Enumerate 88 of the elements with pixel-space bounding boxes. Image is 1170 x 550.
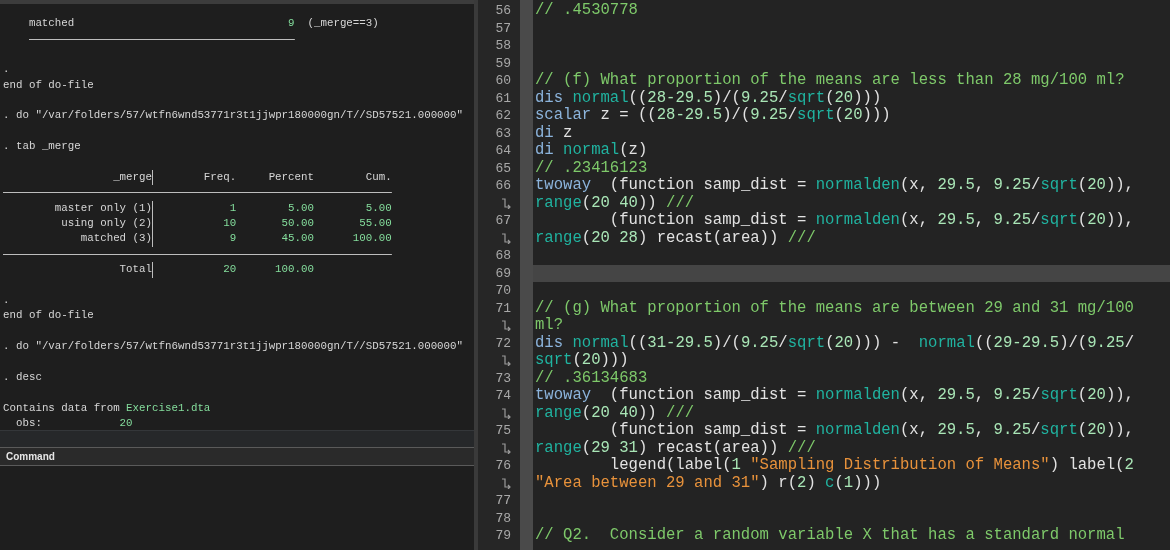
code-line: twoway (function samp_dist = normalden(x, 29.5, 9.25/sqrt(20)), — [534, 387, 1135, 405]
line-number: 59 — [495, 54, 511, 72]
code-line: legend(label(1 "Sampling Distribution of Means") label(2 — [608, 457, 1135, 475]
row-label: matched (3) — [80, 232, 152, 245]
code-line: ml? — [534, 317, 565, 335]
line-number: 68 — [495, 247, 511, 265]
code-line: di z — [534, 124, 574, 142]
line-number: 75 — [495, 422, 511, 440]
wrap-icon — [501, 197, 511, 209]
line-number: 74 — [495, 387, 511, 405]
line-number: 77 — [495, 492, 511, 510]
line-number: 65 — [495, 159, 511, 177]
code-line: scalar z = ((28-29.5)/(9.25/sqrt(20))) — [534, 107, 892, 125]
field-label: obs: — [15, 416, 42, 430]
line-number: 64 — [495, 142, 511, 160]
line-number: 61 — [495, 89, 511, 107]
output-line: Contains data from Exercise1.dta — [3, 401, 211, 414]
line-number: 73 — [495, 369, 511, 387]
code-line: (function samp_dist = normalden(x, 29.5, 9.25/sqrt(20)), — [608, 422, 1135, 440]
code-line: dis normal((28-29.5)/(9.25/sqrt(20))) — [534, 89, 883, 107]
line-number: 69 — [495, 264, 511, 282]
wrap-icon — [501, 407, 511, 419]
table-cell: 50.00 — [281, 217, 314, 230]
row-label: master only (1) — [54, 201, 152, 214]
table-cell: 10 — [223, 217, 237, 230]
line-number: 56 — [495, 2, 511, 20]
table-cell: 100.00 — [352, 232, 392, 245]
table-cell: 1 — [229, 201, 237, 214]
line-number: 57 — [495, 19, 511, 37]
table-cell: 45.00 — [281, 232, 314, 245]
code-line: twoway (function samp_dist = normalden(x, 29.5, 9.25/sqrt(20)), — [534, 177, 1135, 195]
column-header: _merge — [113, 170, 152, 183]
line-number: 76 — [495, 457, 511, 475]
column-header: Percent — [268, 170, 314, 183]
wrap-icon — [501, 355, 511, 367]
summary-note: (_merge==3) — [307, 16, 379, 31]
code-line: (function samp_dist = normalden(x, 29.5, 9.25/sqrt(20)), — [608, 212, 1135, 230]
field-value: 20 — [119, 416, 133, 430]
line-number: 70 — [495, 282, 511, 300]
wrap-icon — [501, 320, 511, 332]
code-line: range(29 31) recast(area)) /// — [534, 439, 817, 457]
summary-label: matched — [28, 16, 75, 31]
line-number: 62 — [495, 107, 511, 125]
line-number: 67 — [495, 212, 511, 230]
wrap-icon — [501, 232, 511, 244]
line-number: 63 — [495, 124, 511, 142]
row-label: using only (2) — [61, 217, 152, 230]
code-line: di normal(z) — [534, 142, 649, 160]
output-line: end of do-file — [3, 309, 94, 322]
code-line: // (g) What proportion of the means are between 29 and 31 mg/100 — [534, 299, 1135, 317]
wrap-icon — [501, 477, 511, 489]
wrap-icon — [501, 442, 511, 454]
line-number: 71 — [495, 299, 511, 317]
line-number: 66 — [495, 177, 511, 195]
column-header: Freq. — [203, 170, 237, 183]
output-line: . do "/var/folders/57/wtfn6wnd53771r3t1jjwpr180000gn/T//SD57521.000000" — [3, 340, 464, 353]
code-line: // Q2. Consider a random variable X that has a standard normal — [534, 527, 1126, 545]
code-line: dis normal((31-29.5)/(9.25/sqrt(20))) - normal((29-29.5)/(9.25/ — [534, 334, 1135, 352]
table-cell: 5.00 — [288, 201, 314, 214]
output-line: . — [3, 294, 10, 307]
code-line: range(20 40)) /// — [534, 194, 696, 212]
column-header: Cum. — [365, 170, 392, 183]
line-number: 58 — [495, 37, 511, 55]
panel-title: Command — [6, 450, 55, 464]
line-number: 60 — [495, 72, 511, 90]
table-cell: 9 — [229, 232, 237, 245]
line-number: 78 — [495, 509, 511, 527]
table-cell: 100.00 — [275, 263, 314, 276]
summary-value: 9 — [288, 16, 295, 31]
code-line: sqrt(20))) — [534, 352, 630, 370]
line-number: 72 — [495, 334, 511, 352]
code-line: range(20 40)) /// — [534, 404, 696, 422]
code-line: // .4530778 — [534, 2, 639, 20]
table-cell: 20 — [223, 263, 237, 276]
code-line: "Area between 29 and 31") r(2) c(1))) — [534, 474, 883, 492]
table-cell: 55.00 — [359, 217, 392, 230]
output-line: end of do-file — [3, 78, 94, 91]
table-cell: 5.00 — [365, 201, 392, 214]
row-label: Total — [119, 263, 152, 276]
output-line: . desc — [3, 371, 42, 383]
line-number: 79 — [495, 527, 511, 545]
code-line: // (f) What proportion of the means are less than 28 mg/100 ml? — [534, 72, 1126, 90]
output-line: . do "/var/folders/57/wtfn6wnd53771r3t1jjwpr180000gn/T//SD57521.000000" — [3, 109, 464, 122]
code-line: // .23416123 — [534, 159, 649, 177]
code-line: range(20 28) recast(area)) /// — [534, 229, 817, 247]
code-line: // .36134683 — [534, 369, 649, 387]
output-line: . tab _merge — [3, 140, 81, 153]
output-line: . — [3, 63, 10, 76]
